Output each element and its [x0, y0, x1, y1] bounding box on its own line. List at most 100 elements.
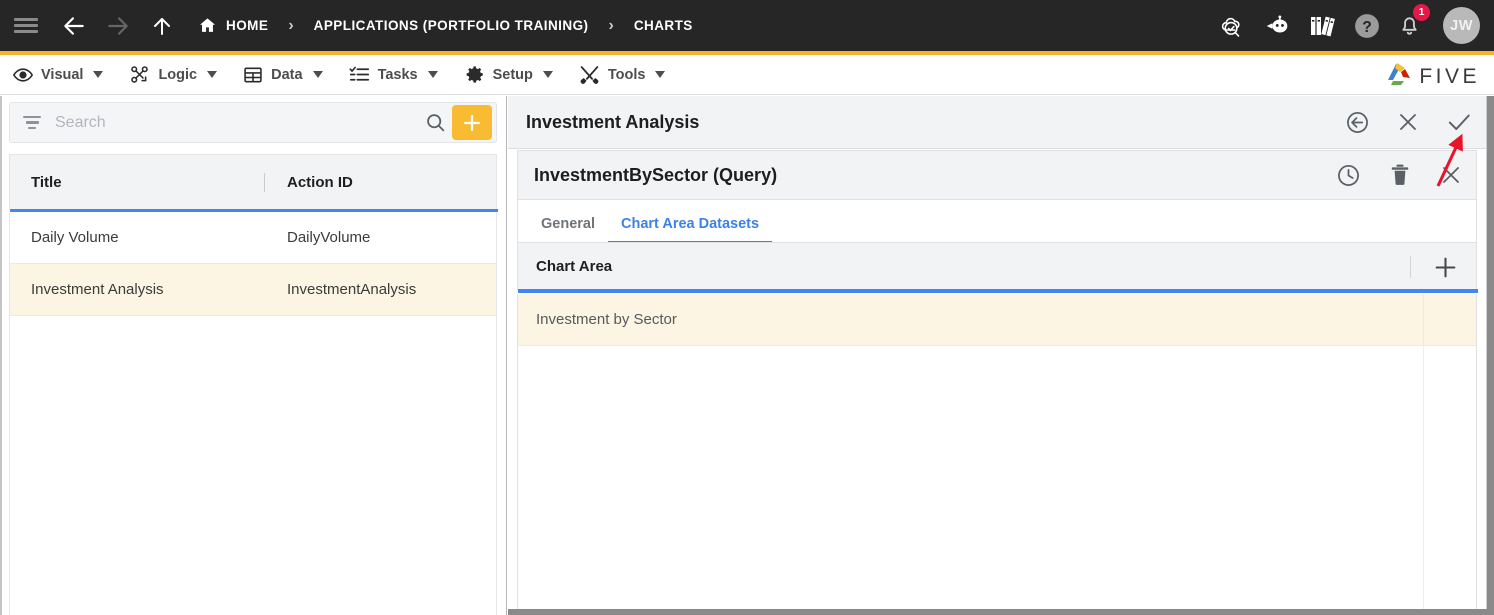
- table-row[interactable]: Investment Analysis InvestmentAnalysis: [10, 264, 496, 316]
- breadcrumb: HOME › APPLICATIONS (PORTFOLIO TRAINING)…: [194, 16, 697, 35]
- cell-action-id: InvestmentAnalysis: [287, 281, 417, 298]
- column-divider: [1410, 256, 1411, 278]
- breadcrumb-separator: ›: [608, 16, 614, 34]
- notification-bell-icon[interactable]: 1: [1398, 4, 1430, 38]
- notification-badge: 1: [1413, 4, 1430, 21]
- menu-label: Setup: [492, 66, 533, 83]
- actions-table-header: Title Action ID: [9, 154, 498, 212]
- add-action-button[interactable]: [452, 105, 492, 140]
- chat-bot-icon[interactable]: [1264, 15, 1292, 37]
- cloud-check-icon[interactable]: [1218, 13, 1246, 39]
- arrow-left-icon[interactable]: [52, 0, 96, 51]
- chart-area-column-header: Chart Area: [517, 242, 1478, 293]
- chevron-down-icon: [312, 71, 323, 78]
- query-sub-header: InvestmentBySector (Query): [517, 150, 1477, 200]
- column-header-action-id[interactable]: Action ID: [287, 174, 353, 191]
- vertical-scrollbar[interactable]: [1486, 96, 1494, 615]
- search-input[interactable]: [55, 113, 425, 132]
- home-icon: [198, 16, 217, 35]
- close-icon[interactable]: [1396, 110, 1420, 134]
- add-chart-area-button[interactable]: [1433, 255, 1458, 280]
- arrow-up-icon[interactable]: [140, 0, 184, 51]
- column-header-title[interactable]: Title: [31, 174, 264, 191]
- application-window: HOME › APPLICATIONS (PORTFOLIO TRAINING)…: [0, 0, 1494, 615]
- top-bar-actions: ? 1 JW: [1218, 0, 1480, 51]
- menu-item-visual[interactable]: Visual: [0, 55, 116, 95]
- delete-trash-icon[interactable]: [1389, 163, 1411, 187]
- top-navigation-bar: HOME › APPLICATIONS (PORTFOLIO TRAINING)…: [0, 0, 1494, 51]
- eye-icon: [13, 65, 33, 85]
- menu-label: Tools: [607, 66, 646, 83]
- cell-action-id: DailyVolume: [287, 229, 371, 246]
- detail-panel: Investment Analysis InvestmentBySector (…: [508, 96, 1486, 615]
- chevron-down-icon: [207, 71, 218, 78]
- history-clock-icon[interactable]: [1336, 163, 1361, 188]
- menu-label: Logic: [158, 66, 198, 83]
- svg-text:?: ?: [1362, 18, 1372, 35]
- table-row[interactable]: Daily Volume DailyVolume: [10, 212, 496, 264]
- search-bar: [9, 102, 497, 143]
- books-icon[interactable]: [1310, 13, 1336, 38]
- filter-icon[interactable]: [23, 116, 41, 129]
- chevron-down-icon: [655, 71, 666, 78]
- search-icon[interactable]: [425, 112, 446, 133]
- query-header-actions: [1336, 163, 1463, 188]
- cell-title: Investment Analysis: [31, 281, 164, 298]
- grid-column-divider: [1423, 346, 1424, 615]
- tab-general[interactable]: General: [528, 216, 608, 242]
- close-icon[interactable]: [1439, 163, 1463, 187]
- breadcrumb-separator: ›: [288, 16, 294, 34]
- panel-left-edge: [0, 96, 2, 615]
- chevron-down-icon: [427, 71, 438, 78]
- chart-area-grid-body: Investment by Sector: [517, 294, 1477, 615]
- detail-header-actions: [1345, 109, 1472, 135]
- menu-item-data[interactable]: Data: [230, 55, 335, 95]
- tab-chart-area-datasets[interactable]: Chart Area Datasets: [608, 216, 773, 244]
- query-title: InvestmentBySector (Query): [534, 164, 778, 185]
- hamburger-icon[interactable]: [0, 0, 52, 51]
- breadcrumb-label: HOME: [226, 18, 269, 33]
- breadcrumb-item-applications[interactable]: APPLICATIONS (PORTFOLIO TRAINING): [310, 18, 593, 33]
- menu-item-setup[interactable]: Setup: [451, 55, 566, 95]
- menu-item-tasks[interactable]: Tasks: [336, 55, 451, 95]
- gear-icon: [464, 64, 485, 85]
- detail-panel-header: Investment Analysis: [508, 96, 1486, 149]
- five-logo-text: FIVE: [1419, 64, 1480, 88]
- cell-title: Daily Volume: [31, 229, 119, 246]
- avatar[interactable]: JW: [1443, 7, 1480, 44]
- detail-tabs: General Chart Area Datasets: [517, 200, 1477, 244]
- column-divider: [264, 172, 265, 192]
- table-grid-icon: [243, 65, 263, 85]
- row-column-divider: [1423, 294, 1424, 345]
- breadcrumb-label: CHARTS: [633, 18, 693, 33]
- vertical-scrollbar-thumb[interactable]: [1487, 96, 1494, 615]
- five-brand-logo: FIVE: [1384, 60, 1480, 93]
- actions-table-body: Daily Volume DailyVolume Investment Anal…: [9, 212, 497, 615]
- menu-item-tools[interactable]: Tools: [566, 55, 679, 95]
- nodes-icon: [129, 64, 150, 85]
- chevron-down-icon: [542, 71, 553, 78]
- breadcrumb-item-home[interactable]: HOME: [194, 16, 272, 35]
- confirm-check-icon[interactable]: [1446, 109, 1472, 135]
- checklist-icon: [349, 64, 370, 85]
- chevron-down-icon: [93, 71, 104, 78]
- table-row[interactable]: Investment by Sector: [518, 294, 1476, 346]
- menu-label: Tasks: [377, 66, 418, 83]
- help-icon[interactable]: ?: [1354, 13, 1380, 39]
- column-header-chart-area[interactable]: Chart Area: [536, 258, 612, 275]
- column-header-right: [1410, 243, 1476, 291]
- arrow-right-icon[interactable]: [96, 0, 140, 51]
- revert-icon[interactable]: [1345, 110, 1370, 135]
- five-logo-icon: [1384, 60, 1414, 93]
- page-title: Investment Analysis: [526, 111, 700, 132]
- main-menu-bar: Visual Logic Data Tasks Setup Tools FIVE: [0, 55, 1494, 95]
- breadcrumb-item-charts[interactable]: CHARTS: [630, 18, 697, 33]
- cell-chart-area: Investment by Sector: [536, 311, 677, 328]
- actions-list-panel: Title Action ID Daily Volume DailyVolume…: [0, 96, 507, 615]
- horizontal-scrollbar[interactable]: [508, 609, 1494, 615]
- menu-label: Visual: [41, 66, 84, 83]
- breadcrumb-label: APPLICATIONS (PORTFOLIO TRAINING): [313, 18, 589, 33]
- menu-item-logic[interactable]: Logic: [116, 55, 230, 95]
- menu-label: Data: [271, 66, 303, 83]
- tools-icon: [579, 64, 600, 85]
